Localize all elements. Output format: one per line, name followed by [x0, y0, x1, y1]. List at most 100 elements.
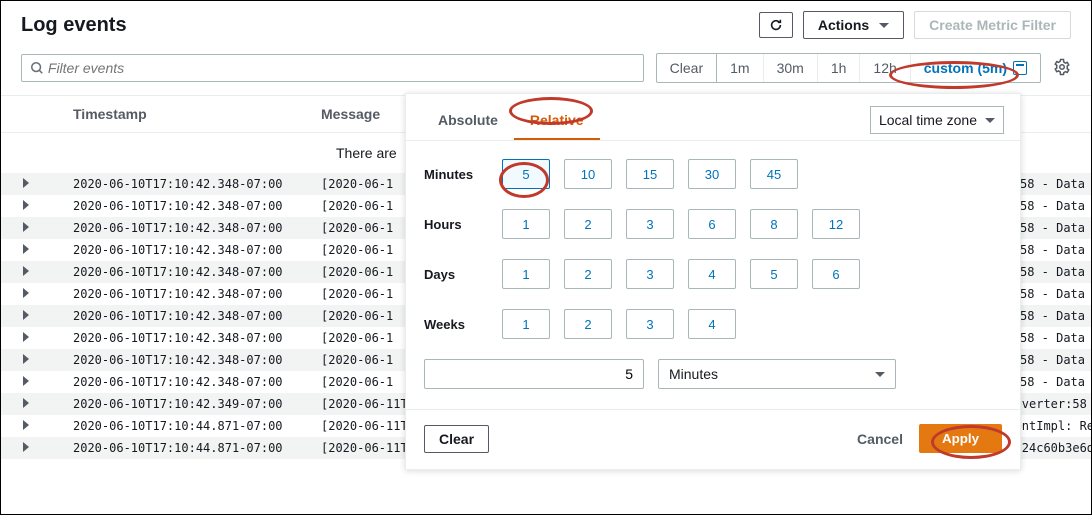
- chip-days-3[interactable]: 3: [626, 259, 674, 289]
- cell-timestamp: 2020-06-10T17:10:44.871-07:00: [51, 441, 321, 455]
- cell-timestamp: 2020-06-10T17:10:42.348-07:00: [51, 353, 321, 367]
- chip-hours-2[interactable]: 2: [564, 209, 612, 239]
- chip-weeks-4[interactable]: 4: [688, 309, 736, 339]
- time-clear[interactable]: Clear: [657, 54, 717, 82]
- chip-weeks-3[interactable]: 3: [626, 309, 674, 339]
- chip-minutes-10[interactable]: 10: [564, 159, 612, 189]
- cell-timestamp: 2020-06-10T17:10:42.348-07:00: [51, 287, 321, 301]
- chip-days-6[interactable]: 6: [812, 259, 860, 289]
- time-range-bar: Clear 1m 30m 1h 12h custom (5m): [656, 53, 1041, 83]
- create-metric-filter-button[interactable]: Create Metric Filter: [914, 11, 1071, 39]
- timezone-select[interactable]: Local time zone: [870, 106, 1004, 134]
- triangle-right-icon: [23, 398, 29, 408]
- cell-tail: 58 - Data: [1016, 177, 1091, 191]
- refresh-icon: [769, 18, 783, 32]
- cell-timestamp: 2020-06-10T17:10:42.348-07:00: [51, 177, 321, 191]
- cell-timestamp: 2020-06-10T17:10:42.348-07:00: [51, 221, 321, 235]
- popover-cancel-button[interactable]: Cancel: [841, 425, 919, 453]
- expand-toggle[interactable]: [1, 375, 51, 389]
- time-custom[interactable]: custom (5m): [911, 54, 1040, 82]
- time-custom-label: custom (5m): [924, 60, 1007, 76]
- triangle-right-icon: [23, 222, 29, 232]
- minutes-row-label: Minutes: [424, 167, 502, 182]
- chip-minutes-15[interactable]: 15: [626, 159, 674, 189]
- chip-weeks-2[interactable]: 2: [564, 309, 612, 339]
- expand-toggle[interactable]: [1, 243, 51, 257]
- triangle-right-icon: [23, 354, 29, 364]
- chip-days-1[interactable]: 1: [502, 259, 550, 289]
- cell-tail: 58 - Data: [1016, 199, 1091, 213]
- chip-weeks-1[interactable]: 1: [502, 309, 550, 339]
- chip-hours-6[interactable]: 6: [688, 209, 736, 239]
- expand-toggle[interactable]: [1, 199, 51, 213]
- cell-timestamp: 2020-06-10T17:10:44.871-07:00: [51, 419, 321, 433]
- expand-toggle[interactable]: [1, 397, 51, 411]
- chip-minutes-30[interactable]: 30: [688, 159, 736, 189]
- calendar-icon: [1013, 61, 1027, 75]
- custom-unit-label: Minutes: [669, 366, 718, 382]
- chip-minutes-5[interactable]: 5: [502, 159, 550, 189]
- triangle-right-icon: [23, 288, 29, 298]
- chip-hours-8[interactable]: 8: [750, 209, 798, 239]
- page-title: Log events: [21, 14, 127, 37]
- caret-down-icon: [875, 372, 885, 377]
- triangle-right-icon: [23, 420, 29, 430]
- search-icon: [30, 61, 44, 75]
- chip-days-4[interactable]: 4: [688, 259, 736, 289]
- days-row-label: Days: [424, 267, 502, 282]
- triangle-right-icon: [23, 310, 29, 320]
- triangle-right-icon: [23, 332, 29, 342]
- popover-apply-button[interactable]: Apply: [919, 424, 1002, 453]
- custom-unit-select[interactable]: Minutes: [658, 359, 896, 389]
- filter-events-input[interactable]: [48, 60, 635, 76]
- cell-tail: 58 - Data: [1016, 375, 1091, 389]
- triangle-right-icon: [23, 244, 29, 254]
- triangle-right-icon: [23, 200, 29, 210]
- chip-hours-3[interactable]: 3: [626, 209, 674, 239]
- expand-toggle[interactable]: [1, 287, 51, 301]
- hours-row-label: Hours: [424, 217, 502, 232]
- filter-events-input-wrap[interactable]: [21, 54, 644, 82]
- cell-timestamp: 2020-06-10T17:10:42.348-07:00: [51, 199, 321, 213]
- gear-icon: [1053, 58, 1071, 76]
- time-preset-1h[interactable]: 1h: [818, 54, 861, 82]
- chip-days-5[interactable]: 5: [750, 259, 798, 289]
- chip-hours-1[interactable]: 1: [502, 209, 550, 239]
- tab-absolute[interactable]: Absolute: [422, 106, 514, 140]
- chip-days-2[interactable]: 2: [564, 259, 612, 289]
- settings-button[interactable]: [1053, 58, 1071, 79]
- cell-tail: 58 - Data: [1016, 287, 1091, 301]
- triangle-right-icon: [23, 178, 29, 188]
- time-preset-1m[interactable]: 1m: [717, 54, 763, 82]
- chip-minutes-45[interactable]: 45: [750, 159, 798, 189]
- expand-toggle[interactable]: [1, 353, 51, 367]
- expand-toggle[interactable]: [1, 419, 51, 433]
- cell-timestamp: 2020-06-10T17:10:42.348-07:00: [51, 265, 321, 279]
- expand-toggle[interactable]: [1, 331, 51, 345]
- expand-toggle[interactable]: [1, 177, 51, 191]
- chip-hours-12[interactable]: 12: [812, 209, 860, 239]
- custom-duration-input[interactable]: [424, 359, 644, 389]
- cell-tail: 58 - Data: [1016, 221, 1091, 235]
- popover-clear-button[interactable]: Clear: [424, 425, 489, 453]
- weeks-row-label: Weeks: [424, 317, 502, 332]
- cell-timestamp: 2020-06-10T17:10:42.348-07:00: [51, 309, 321, 323]
- tab-relative[interactable]: Relative: [514, 106, 600, 140]
- expand-toggle[interactable]: [1, 441, 51, 455]
- caret-down-icon: [985, 118, 995, 123]
- expand-toggle[interactable]: [1, 221, 51, 235]
- time-preset-12h[interactable]: 12h: [860, 54, 910, 82]
- column-header-timestamp[interactable]: Timestamp: [51, 106, 321, 122]
- refresh-button[interactable]: [759, 12, 793, 38]
- triangle-right-icon: [23, 442, 29, 452]
- actions-label: Actions: [818, 17, 869, 33]
- cell-tail: 58 - Data: [1016, 331, 1091, 345]
- expand-toggle[interactable]: [1, 265, 51, 279]
- cell-timestamp: 2020-06-10T17:10:42.349-07:00: [51, 397, 321, 411]
- time-range-popover: Absolute Relative Local time zone Minute…: [405, 93, 1021, 470]
- cell-timestamp: 2020-06-10T17:10:42.348-07:00: [51, 375, 321, 389]
- cell-timestamp: 2020-06-10T17:10:42.348-07:00: [51, 243, 321, 257]
- expand-toggle[interactable]: [1, 309, 51, 323]
- actions-button[interactable]: Actions: [803, 11, 904, 39]
- time-preset-30m[interactable]: 30m: [764, 54, 818, 82]
